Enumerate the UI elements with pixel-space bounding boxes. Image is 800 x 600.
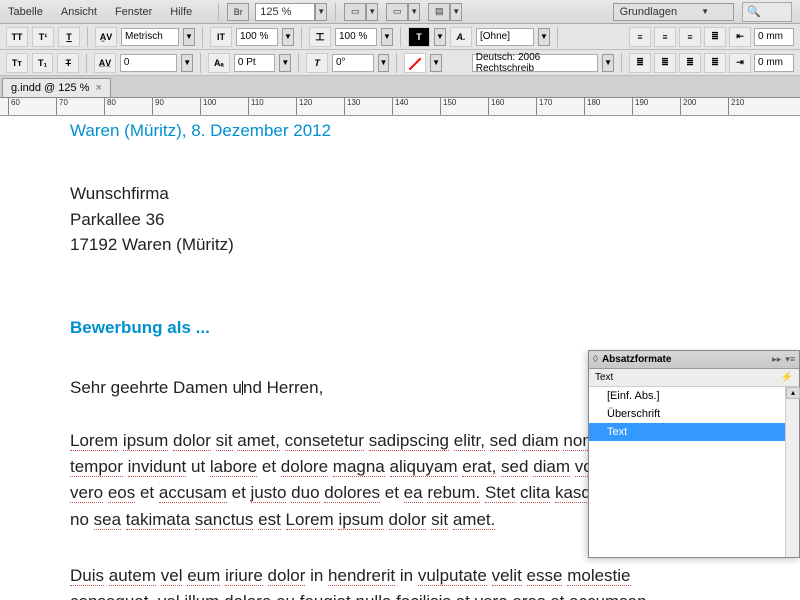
control-panel-row2: Tᴛ T₁ T A̲V̲ 0 ▼ Aₐ 0 Pt ▼ T 0° ▼ ▼ Deut… (0, 50, 800, 76)
strikethrough-icon[interactable]: T (57, 53, 79, 73)
hscale-dropdown[interactable]: ▼ (381, 28, 393, 46)
scroll-up-icon[interactable]: ▴ (786, 387, 800, 399)
style-item-text[interactable]: Text (589, 423, 799, 441)
allcaps-icon[interactable]: TT (6, 27, 28, 47)
align-center-icon[interactable]: ≡ (654, 27, 676, 47)
vscale-dropdown[interactable]: ▼ (282, 28, 294, 46)
justify-right-icon[interactable]: ≣ (679, 53, 701, 73)
hscale-icon[interactable]: 工 (309, 27, 331, 47)
indent-left-icon[interactable]: ⇤ (729, 27, 751, 47)
char-style-field[interactable]: [Ohne] (476, 28, 534, 46)
language-dropdown[interactable]: ▼ (602, 54, 614, 72)
baseline-dropdown[interactable]: ▼ (279, 54, 291, 72)
panel-title: Absatzformate (602, 354, 671, 365)
panel-collapse-icon[interactable]: ◊ (593, 354, 598, 365)
close-icon[interactable]: × (95, 82, 101, 94)
doc-date[interactable]: Waren (Müritz), 8. Dezember 2012 (70, 121, 690, 141)
tab-label: g.indd @ 125 % (11, 82, 89, 94)
menu-ansicht[interactable]: Ansicht (61, 6, 97, 18)
justify-full-icon[interactable]: ≣ (704, 53, 726, 73)
fill-stroke-icon[interactable]: T (408, 27, 430, 47)
workspace-selector[interactable]: Grundlagen▼ (613, 3, 734, 21)
smallcaps-icon[interactable]: Tᴛ (6, 53, 28, 73)
kerning-icon[interactable]: A̫V (95, 27, 117, 47)
char-style-dropdown[interactable]: ▼ (538, 28, 550, 46)
panel-current-style: Text ⚡ (589, 369, 799, 387)
tracking-icon[interactable]: A̲V̲ (94, 53, 116, 73)
menu-bar: Tabelle Ansicht Fenster Hilfe Br 125 % ▼… (0, 0, 800, 24)
align-left-icon[interactable]: ≡ (629, 27, 651, 47)
indent-field2[interactable]: 0 mm (754, 54, 794, 72)
menu-tabelle[interactable]: Tabelle (8, 6, 43, 18)
flash-icon[interactable]: ⚡ (781, 372, 793, 383)
bridge-button[interactable]: Br (227, 3, 249, 21)
indent-right-icon[interactable]: ⇥ (729, 53, 751, 73)
baseline-field[interactable]: 0 Pt (234, 54, 276, 72)
no-fill-dropdown[interactable]: ▼ (430, 54, 442, 72)
zoom-level[interactable]: 125 % (255, 3, 315, 21)
baseline-icon[interactable]: Aₐ (208, 53, 230, 73)
skew-field[interactable]: 0° (332, 54, 374, 72)
text-cursor (242, 381, 243, 395)
skew-icon[interactable]: T (306, 53, 328, 73)
style-item-heading[interactable]: Überschrift (589, 405, 799, 423)
menu-fenster[interactable]: Fenster (115, 6, 152, 18)
vscale-field[interactable]: 100 % (236, 28, 278, 46)
doc-subject[interactable]: Bewerbung als ... (70, 318, 690, 338)
arrange-icon[interactable]: ▤ (428, 3, 450, 21)
kerning-field[interactable]: Metrisch (121, 28, 179, 46)
panel-scrollbar[interactable]: ▴ (785, 387, 799, 557)
horizontal-ruler[interactable]: 6070809010011012013014015016017018019020… (0, 98, 800, 116)
indent-field[interactable]: 0 mm (754, 28, 794, 46)
skew-dropdown[interactable]: ▼ (378, 54, 390, 72)
view-mode-1-icon[interactable]: ▭ (344, 3, 366, 21)
tracking-dropdown[interactable]: ▼ (181, 54, 193, 72)
no-fill-icon[interactable] (404, 53, 426, 73)
search-box[interactable]: 🔍 (742, 2, 792, 22)
zoom-dropdown[interactable]: ▼ (315, 3, 327, 21)
justify-left-icon[interactable]: ≣ (629, 53, 651, 73)
style-item-default[interactable]: [Einf. Abs.] (589, 387, 799, 405)
menu-hilfe[interactable]: Hilfe (170, 6, 192, 18)
fill-dropdown[interactable]: ▼ (434, 28, 446, 46)
subscript-icon[interactable]: T₁ (32, 53, 54, 73)
search-icon: 🔍 (747, 5, 761, 18)
document-tab-bar: g.indd @ 125 % × (0, 76, 800, 98)
paragraph-styles-panel[interactable]: ◊ Absatzformate ▸▸ ▾≡ Text ⚡ [Einf. Abs.… (588, 350, 800, 558)
document-tab[interactable]: g.indd @ 125 % × (2, 78, 111, 97)
language-field[interactable]: Deutsch: 2006 Rechtschreib (472, 54, 598, 72)
kerning-dropdown[interactable]: ▼ (183, 28, 195, 46)
justify-center-icon[interactable]: ≣ (654, 53, 676, 73)
vscale-icon[interactable]: IT (210, 27, 232, 47)
align-right-icon[interactable]: ≡ (679, 27, 701, 47)
tracking-field[interactable]: 0 (120, 54, 177, 72)
superscript-icon[interactable]: T¹ (32, 27, 54, 47)
view-mode-1-dropdown[interactable]: ▼ (366, 3, 378, 21)
doc-paragraph-2[interactable]: Duis autem vel eum iriure dolor in hendr… (70, 563, 690, 600)
hscale-field[interactable]: 100 % (335, 28, 377, 46)
view-mode-2-dropdown[interactable]: ▼ (408, 3, 420, 21)
panel-menu-icon[interactable]: ▾≡ (785, 354, 795, 365)
view-mode-2-icon[interactable]: ▭ (386, 3, 408, 21)
panel-expand-icon[interactable]: ▸▸ (772, 354, 781, 365)
arrange-dropdown[interactable]: ▼ (450, 3, 462, 21)
panel-header[interactable]: ◊ Absatzformate ▸▸ ▾≡ (589, 351, 799, 369)
underline-icon[interactable]: T (58, 27, 80, 47)
control-panel-row1: TT T¹ T A̫V Metrisch ▼ IT 100 % ▼ 工 100 … (0, 24, 800, 50)
doc-address[interactable]: Wunschfirma Parkallee 36 17192 Waren (Mü… (70, 181, 690, 258)
style-list: [Einf. Abs.] Überschrift Text ▴ (589, 387, 799, 557)
justify-icon[interactable]: ≣ (704, 27, 726, 47)
char-style-icon[interactable]: A. (450, 27, 472, 47)
